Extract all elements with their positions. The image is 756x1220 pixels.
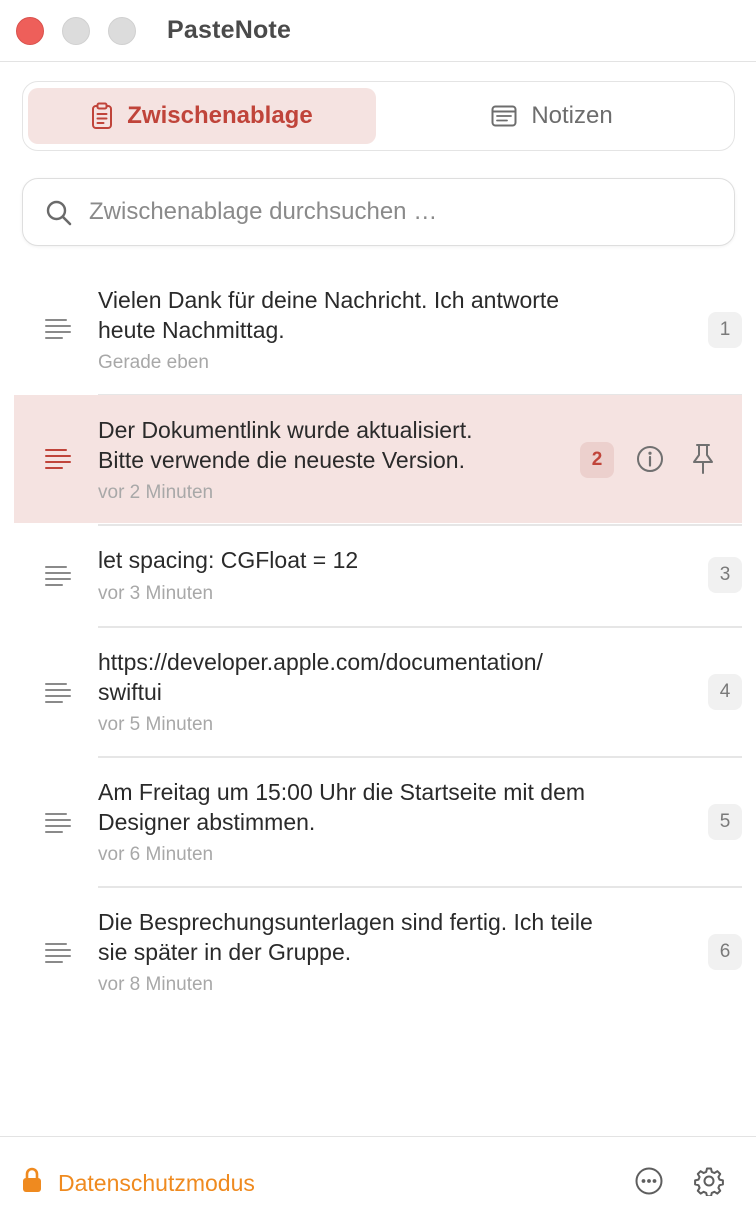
lock-icon bbox=[22, 1167, 42, 1199]
item-index-badge: 2 bbox=[580, 442, 614, 478]
settings-gear-icon[interactable] bbox=[694, 1166, 724, 1201]
item-timestamp: Gerade eben bbox=[98, 352, 209, 373]
item-timestamp: vor 6 Minuten bbox=[98, 844, 214, 865]
item-timestamp: vor 2 Minuten bbox=[98, 482, 214, 503]
item-text: Der Dokumentlink wurde aktualisiert. Bit… bbox=[98, 417, 473, 473]
item-index-badge: 1 bbox=[708, 312, 742, 348]
search-input[interactable] bbox=[89, 189, 709, 235]
notes-icon bbox=[491, 105, 517, 127]
item-timestamp: vor 5 Minuten bbox=[98, 714, 214, 735]
minimize-window-button[interactable] bbox=[62, 17, 90, 45]
item-timestamp: vor 3 Minuten bbox=[98, 583, 214, 604]
item-text: Am Freitag um 15:00 Uhr die Startseite m… bbox=[98, 779, 586, 835]
item-index-badge: 4 bbox=[708, 674, 742, 710]
tab-clipboard-label: Zwischenablage bbox=[127, 102, 313, 129]
more-options-icon[interactable] bbox=[634, 1166, 664, 1201]
item-index-badge: 5 bbox=[708, 804, 742, 840]
item-text: https://developer.apple.com/documentatio… bbox=[98, 649, 543, 705]
tab-notes-label: Notizen bbox=[531, 102, 613, 129]
search-icon bbox=[45, 199, 73, 232]
item-text: Vielen Dank für deine Nachricht. Ich ant… bbox=[98, 287, 560, 343]
tab-switcher: Zwischenablage Notizen bbox=[22, 81, 735, 151]
text-lines-icon bbox=[44, 317, 72, 346]
item-timestamp: vor 8 Minuten bbox=[98, 974, 214, 995]
footer-bar: Datenschutzmodus bbox=[0, 1136, 756, 1220]
item-text: Die Besprechungsunterlagen sind fertig. … bbox=[98, 909, 593, 965]
list-item[interactable]: Vielen Dank für deine Nachricht. Ich ant… bbox=[14, 265, 742, 393]
text-lines-icon bbox=[44, 447, 72, 476]
tab-clipboard[interactable]: Zwischenablage bbox=[28, 88, 376, 144]
item-index-badge: 3 bbox=[708, 557, 742, 593]
list-item[interactable]: Die Besprechungsunterlagen sind fertig. … bbox=[14, 887, 742, 1016]
close-window-button[interactable] bbox=[16, 17, 44, 45]
list-item[interactable]: https://developer.apple.com/documentatio… bbox=[14, 627, 742, 756]
tab-notes[interactable]: Notizen bbox=[378, 88, 726, 144]
privacy-mode-toggle[interactable]: Datenschutzmodus bbox=[22, 1167, 255, 1199]
pin-icon[interactable] bbox=[690, 443, 716, 480]
app-title: PasteNote bbox=[167, 16, 292, 44]
list-item-selected[interactable]: Der Dokumentlink wurde aktualisiert. Bit… bbox=[14, 395, 742, 523]
title-bar: PasteNote bbox=[0, 0, 756, 62]
clipboard-icon bbox=[91, 102, 113, 130]
text-lines-icon bbox=[44, 941, 72, 970]
text-lines-icon bbox=[44, 681, 72, 710]
zoom-window-button[interactable] bbox=[108, 17, 136, 45]
list-item[interactable]: Am Freitag um 15:00 Uhr die Startseite m… bbox=[14, 757, 742, 886]
item-text: let spacing: CGFloat = 12 bbox=[98, 547, 359, 573]
item-index-badge: 6 bbox=[708, 934, 742, 970]
list-item[interactable]: let spacing: CGFloat = 12 vor 3 Minuten … bbox=[14, 525, 742, 627]
search-bar bbox=[22, 178, 735, 246]
text-lines-icon bbox=[44, 811, 72, 840]
privacy-mode-label: Datenschutzmodus bbox=[58, 1169, 255, 1196]
info-icon[interactable] bbox=[636, 445, 664, 478]
text-lines-icon bbox=[44, 564, 72, 593]
